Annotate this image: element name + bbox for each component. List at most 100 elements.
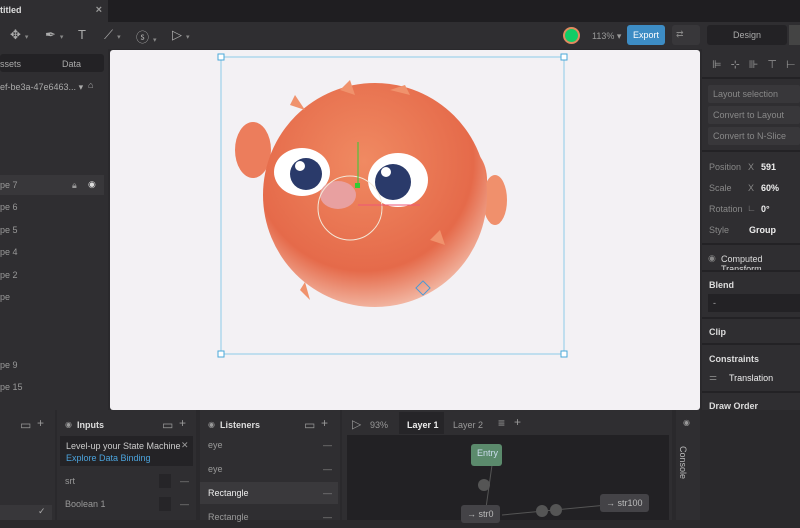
console-panel[interactable]: ◉ Console xyxy=(676,410,700,520)
state-machines-panel: ▭ + ✓ xyxy=(0,410,55,520)
position-x-input[interactable]: 591 xyxy=(761,162,776,172)
add-layer-icon[interactable]: + xyxy=(514,415,521,429)
add-input-icon[interactable]: + xyxy=(179,416,186,430)
layer-row[interactable]: pe 4 xyxy=(0,242,104,262)
input-name: srt xyxy=(65,476,75,486)
remove-icon[interactable]: — xyxy=(323,512,332,522)
export-button[interactable]: Export xyxy=(627,25,665,45)
expand-icon[interactable]: ◉ xyxy=(65,420,72,429)
expand-icon[interactable]: ◉ xyxy=(683,418,690,427)
tag-icon[interactable]: ⌂ xyxy=(88,80,93,90)
rotation-input[interactable]: 0° xyxy=(761,204,770,214)
zoom-select[interactable]: 113% ▾ xyxy=(592,31,621,42)
style-select[interactable]: Group xyxy=(749,225,776,235)
lock-icon[interactable]: 🔒︎ xyxy=(72,180,77,191)
listener-row[interactable]: Rectangle — xyxy=(200,506,338,528)
document-tab[interactable]: titled × xyxy=(0,0,108,22)
blend-select[interactable]: - xyxy=(708,294,800,312)
tab-data[interactable]: Data xyxy=(62,59,81,69)
remove-icon[interactable]: — xyxy=(323,440,332,450)
expand-icon[interactable]: ◉ xyxy=(708,253,716,264)
listener-row-selected[interactable]: Rectangle — xyxy=(200,482,338,504)
layer-row[interactable]: pe 7 🔒︎ ◉ xyxy=(0,175,104,195)
add-icon[interactable]: + xyxy=(37,416,44,430)
layer-row[interactable]: pe 2 xyxy=(0,265,104,285)
divider xyxy=(702,243,800,245)
pen-tool-icon[interactable]: ✒ ▾ xyxy=(45,27,63,43)
remove-icon[interactable]: — xyxy=(323,464,332,474)
layout-selection-button[interactable]: Layout selection xyxy=(708,85,800,103)
lightning-tool-icon[interactable]: ⓢ ▾ xyxy=(136,27,157,46)
listeners-panel: ◉ Listeners ▭ + eye — eye — Rectangle — Rec… xyxy=(200,410,340,522)
scale-axis: X xyxy=(748,183,755,193)
entry-node[interactable]: Entry xyxy=(471,444,502,466)
angle-icon: ∟ xyxy=(747,203,756,213)
folder-icon[interactable]: ▭ xyxy=(304,418,315,432)
eye-icon[interactable]: ◉ xyxy=(88,179,96,190)
convert-to-layout-button[interactable]: Convert to Layout xyxy=(708,106,800,124)
divider xyxy=(702,77,800,79)
tab-layer-2[interactable]: Layer 2 xyxy=(453,420,483,430)
input-row[interactable]: srt — xyxy=(57,470,195,492)
listener-row[interactable]: eye — xyxy=(200,458,338,480)
graph-canvas[interactable]: Entry → str0 → str100 xyxy=(347,435,669,523)
data-binding-banner: Level-up your State Machine Explore Data… xyxy=(60,436,193,466)
close-tab-icon[interactable]: × xyxy=(96,4,102,16)
text-tool-icon[interactable]: T xyxy=(78,27,86,42)
animate-mode-tab[interactable] xyxy=(789,25,800,45)
input-value[interactable] xyxy=(159,474,171,488)
divider xyxy=(702,317,800,319)
console-label[interactable]: Console xyxy=(678,446,688,479)
artboard-canvas[interactable] xyxy=(110,50,700,410)
state-node-str100[interactable]: → str100 xyxy=(600,494,649,512)
style-label: Style xyxy=(709,225,730,235)
layer-name: pe 7 xyxy=(0,180,18,190)
bone-tool-icon[interactable]: ✥ ▾ xyxy=(10,27,28,43)
layer-row[interactable]: pe 9 xyxy=(0,355,104,375)
scale-x-input[interactable]: 60% xyxy=(761,183,779,193)
layer-row[interactable]: pe 5 xyxy=(0,220,104,240)
convert-to-nslice-button[interactable]: Convert to N-Slice xyxy=(708,127,800,145)
tab-assets[interactable]: ssets xyxy=(0,59,21,69)
layer-row[interactable]: pe 6 xyxy=(0,197,104,217)
state-machine-row[interactable]: ✓ xyxy=(0,505,52,520)
input-name: Boolean 1 xyxy=(65,499,106,509)
design-panel: ⊫⊹⊪⊤⊢ Layout selection Convert to Layout… xyxy=(702,49,800,411)
brush-tool-icon[interactable]: ⟋ ▾ xyxy=(104,27,121,43)
close-icon[interactable]: ✕ xyxy=(181,440,189,451)
play-tool-icon[interactable]: ▷ ▾ xyxy=(172,27,190,43)
tab-layer-1[interactable]: Layer 1 xyxy=(399,412,444,434)
folder-icon[interactable]: ▭ xyxy=(20,418,31,432)
toolbar: ✥ ▾ ✒ ▾ T ⟋ ▾ ⓢ ▾ ▷ ▾ 113% ▾ Export ⇄ Design xyxy=(0,22,800,49)
layer-row[interactable]: pe 15 xyxy=(0,377,104,397)
play-icon[interactable]: ▷ xyxy=(352,417,361,431)
swap-icon[interactable]: ⇄ xyxy=(672,25,700,45)
state-graph-panel: ▷ 93% Layer 1 Layer 2 ≡ + Entry → str0 →… xyxy=(342,410,672,523)
folder-icon[interactable]: ▭ xyxy=(162,418,173,432)
input-row[interactable]: Boolean 1 — xyxy=(57,493,195,515)
state-node-str0[interactable]: → str0 xyxy=(461,505,500,523)
graph-zoom[interactable]: 93% xyxy=(370,420,388,430)
align-icons[interactable]: ⊫⊹⊪⊤⊢ xyxy=(712,58,800,71)
remove-icon[interactable]: — xyxy=(323,488,332,498)
pufferfish-illustration xyxy=(217,53,568,358)
artboard-select[interactable]: ef-be3a-47e6463... ▾ xyxy=(0,82,83,93)
constraints-heading: Constraints xyxy=(709,354,760,364)
add-listener-icon[interactable]: + xyxy=(321,416,328,430)
remove-icon[interactable]: — xyxy=(180,499,189,509)
listener-row[interactable]: eye — xyxy=(200,434,338,456)
menu-icon[interactable]: ≡ xyxy=(498,416,505,430)
explore-data-binding-link[interactable]: Explore Data Binding xyxy=(66,453,151,463)
boolean-checkbox[interactable] xyxy=(159,497,171,511)
design-mode-tab[interactable]: Design xyxy=(707,25,787,45)
translation-constraint[interactable]: Translation xyxy=(729,373,773,383)
layer-row[interactable]: pe xyxy=(0,287,104,307)
expand-icon[interactable]: ◉ xyxy=(208,420,215,429)
hierarchy-panel: ssets Data ef-be3a-47e6463... ▾ ⌂ pe 7 🔒︎… xyxy=(0,49,108,410)
listener-name: Rectangle xyxy=(208,488,249,498)
divider xyxy=(702,150,800,152)
panel-tabs: ssets Data xyxy=(0,54,104,72)
remove-icon[interactable]: — xyxy=(180,476,189,486)
rotation-label: Rotation xyxy=(709,204,743,214)
avatar[interactable] xyxy=(563,27,580,44)
